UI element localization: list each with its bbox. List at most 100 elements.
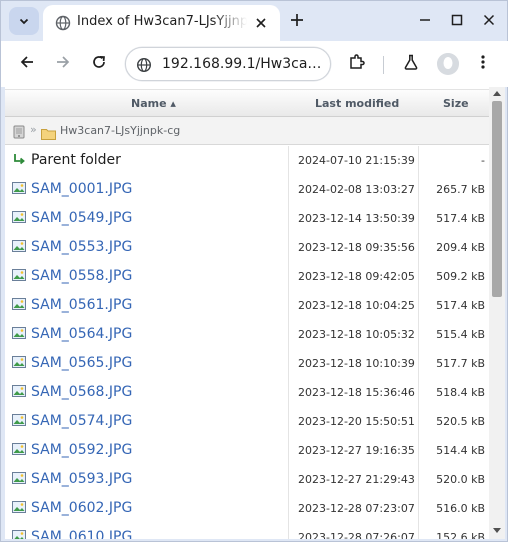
table-row[interactable]: SAM_0001.JPG 2024-02-08 13:03:27 265.7 kB (5, 175, 489, 204)
maximize-button[interactable] (445, 9, 469, 33)
file-name-link[interactable]: SAM_0565.JPG (31, 355, 132, 371)
file-size: 516.0 kB (436, 502, 485, 515)
drive-icon[interactable] (13, 124, 25, 143)
table-row[interactable]: SAM_0553.JPG 2023-12-18 09:35:56 209.4 kB (5, 233, 489, 262)
file-name-link[interactable]: SAM_0592.JPG (31, 442, 132, 458)
close-window-button[interactable] (477, 9, 501, 33)
file-size: 517.4 kB (436, 212, 485, 225)
table-row[interactable]: SAM_0574.JPG 2023-12-20 15:50:51 520.5 kB (5, 407, 489, 436)
column-divider (288, 523, 289, 539)
table-row[interactable]: SAM_0561.JPG 2023-12-18 10:04:25 517.4 kB (5, 291, 489, 320)
file-modified: 2024-02-08 13:03:27 (298, 183, 415, 196)
menu-button[interactable] (469, 50, 497, 78)
column-header-modified[interactable]: Last modified (315, 97, 399, 110)
file-name-link[interactable]: SAM_0564.JPG (31, 326, 132, 342)
table-header: Name ▴ Last modified Size (5, 89, 489, 117)
column-divider (418, 349, 419, 378)
file-size: 520.5 kB (436, 415, 485, 428)
file-name-link[interactable]: SAM_0001.JPG (31, 181, 132, 197)
image-file-icon (12, 354, 26, 368)
file-name-link[interactable]: SAM_0561.JPG (31, 297, 132, 313)
table-row[interactable]: SAM_0558.JPG 2023-12-18 09:42:05 509.2 kB (5, 262, 489, 291)
image-file-icon (12, 296, 26, 310)
column-divider (418, 436, 419, 465)
file-modified: 2023-12-18 09:35:56 (298, 241, 415, 254)
column-divider (418, 175, 419, 204)
flask-icon (402, 53, 420, 75)
column-divider (288, 320, 289, 349)
column-divider (288, 407, 289, 436)
profile-button[interactable] (437, 53, 459, 75)
image-file-icon (12, 238, 26, 252)
file-list: Parent folder 2024-07-10 21:15:39 - SAM_000… (5, 146, 489, 539)
table-row[interactable]: SAM_0549.JPG 2023-12-14 13:50:39 517.4 kB (5, 204, 489, 233)
table-row[interactable]: SAM_0565.JPG 2023-12-18 10:10:39 517.7 kB (5, 349, 489, 378)
new-tab-button[interactable] (285, 9, 309, 33)
table-row[interactable]: SAM_0568.JPG 2023-12-18 15:36:46 518.4 kB (5, 378, 489, 407)
column-divider (288, 378, 289, 407)
column-divider (418, 465, 419, 494)
address-bar[interactable]: 192.168.99.1/Hw3can7-LJsYjjnpk-cg/ (125, 47, 331, 81)
vertical-scrollbar[interactable] (489, 87, 505, 539)
column-divider (288, 465, 289, 494)
file-name-link[interactable]: SAM_0549.JPG (31, 210, 132, 226)
table-row[interactable]: SAM_0610.JPG 2023-12-28 07:26:07 152.6 kB (5, 523, 489, 539)
file-name-link[interactable]: SAM_0610.JPG (31, 529, 132, 539)
parent-folder-row[interactable]: Parent folder 2024-07-10 21:15:39 - (5, 146, 489, 175)
file-size: 518.4 kB (436, 386, 485, 399)
tab-search-button[interactable] (9, 7, 39, 35)
file-modified: 2023-12-28 07:23:07 (298, 502, 415, 515)
extensions-button[interactable] (343, 50, 371, 78)
breadcrumb: » Hw3can7-LJsYjjnpk-cg (5, 117, 489, 145)
table-row[interactable]: SAM_0564.JPG 2023-12-18 10:05:32 515.4 kB (5, 320, 489, 349)
tab-active[interactable]: Index of Hw3can7-LJsYjjnpk-cg (43, 5, 280, 41)
close-icon[interactable] (252, 14, 270, 32)
breadcrumb-folder-name[interactable]: Hw3can7-LJsYjjnpk-cg (60, 124, 180, 137)
avatar-icon (437, 53, 459, 75)
site-info-icon[interactable] (135, 56, 152, 73)
minimize-button[interactable] (413, 9, 437, 33)
file-name-link[interactable]: Parent folder (31, 152, 121, 168)
file-name-link[interactable]: SAM_0602.JPG (31, 500, 132, 516)
table-row[interactable]: SAM_0602.JPG 2023-12-28 07:23:07 516.0 kB (5, 494, 489, 523)
scroll-up-arrow[interactable] (493, 91, 501, 96)
column-divider (418, 204, 419, 233)
file-size: 509.2 kB (436, 270, 485, 283)
arrow-right-icon (55, 54, 71, 74)
image-file-icon (12, 325, 26, 339)
image-file-icon (12, 470, 26, 484)
toolbar: 192.168.99.1/Hw3can7-LJsYjjnpk-cg/ (1, 41, 508, 87)
table-row[interactable]: SAM_0593.JPG 2023-12-27 21:29:43 520.0 kB (5, 465, 489, 494)
globe-icon (55, 15, 71, 31)
column-header-size[interactable]: Size (443, 97, 469, 110)
reload-button[interactable] (85, 50, 113, 78)
file-size: 515.4 kB (436, 328, 485, 341)
column-divider (418, 523, 419, 539)
file-size: 209.4 kB (436, 241, 485, 254)
image-file-icon (12, 499, 26, 513)
image-file-icon (12, 209, 26, 223)
reload-icon (91, 54, 107, 74)
tab-title: Index of Hw3can7-LJsYjjnpk-cg (77, 14, 247, 29)
column-header-name[interactable]: Name ▴ (131, 97, 176, 110)
file-name-link[interactable]: SAM_0558.JPG (31, 268, 132, 284)
forward-button[interactable] (49, 50, 77, 78)
file-size: 265.7 kB (436, 183, 485, 196)
scroll-down-arrow[interactable] (493, 528, 501, 533)
file-modified: 2023-12-18 10:05:32 (298, 328, 415, 341)
column-divider (418, 262, 419, 291)
column-divider (418, 407, 419, 436)
url-text[interactable]: 192.168.99.1/Hw3can7-LJsYjjnpk-cg/ (162, 56, 322, 72)
file-name-link[interactable]: SAM_0568.JPG (31, 384, 132, 400)
labs-button[interactable] (397, 50, 425, 78)
maximize-icon (450, 12, 464, 31)
file-name-link[interactable]: SAM_0553.JPG (31, 239, 132, 255)
back-button[interactable] (13, 50, 41, 78)
file-name-link[interactable]: SAM_0593.JPG (31, 471, 132, 487)
file-name-link[interactable]: SAM_0574.JPG (31, 413, 132, 429)
file-modified: 2023-12-27 19:16:35 (298, 444, 415, 457)
table-row[interactable]: SAM_0592.JPG 2023-12-27 19:16:35 514.4 kB (5, 436, 489, 465)
file-modified: 2023-12-27 21:29:43 (298, 473, 415, 486)
scrollbar-thumb[interactable] (492, 101, 502, 297)
breadcrumb-separator: » (30, 123, 37, 136)
